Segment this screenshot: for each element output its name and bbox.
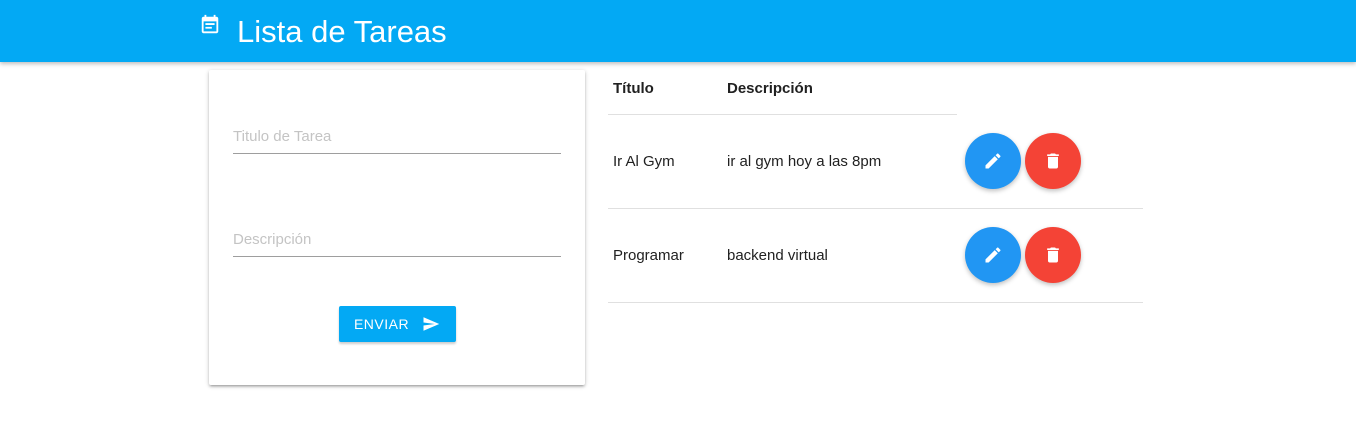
delete-button[interactable] xyxy=(1025,227,1081,283)
edit-button[interactable] xyxy=(965,227,1021,283)
task-description-cell: ir al gym hoy a las 8pm xyxy=(727,153,882,170)
trash-icon xyxy=(1047,247,1059,263)
calendar-icon xyxy=(201,14,219,34)
column-header-title: Título xyxy=(613,80,654,97)
table-row: Ir Al Gym ir al gym hoy a las 8pm xyxy=(608,114,1143,209)
trash-icon xyxy=(1047,153,1059,169)
navbar: Lista de Tareas xyxy=(0,0,1356,62)
edit-button[interactable] xyxy=(965,133,1021,189)
task-title-cell: Programar xyxy=(613,247,684,264)
send-button-label: ENVIAR xyxy=(353,316,410,332)
column-header-description: Descripción xyxy=(727,80,813,97)
pencil-icon xyxy=(985,153,1001,169)
task-title-input[interactable] xyxy=(233,120,561,154)
pencil-icon xyxy=(985,247,1001,263)
send-icon xyxy=(423,317,440,331)
task-form-card: ENVIAR xyxy=(209,70,585,385)
table-row: Programar backend virtual xyxy=(608,208,1143,303)
send-button[interactable]: ENVIAR xyxy=(339,306,456,342)
delete-button[interactable] xyxy=(1025,133,1081,189)
app-title: Lista de Tareas xyxy=(237,14,447,49)
task-description-input[interactable] xyxy=(233,223,561,257)
task-description-cell: backend virtual xyxy=(727,247,828,264)
task-title-cell: Ir Al Gym xyxy=(613,153,675,170)
